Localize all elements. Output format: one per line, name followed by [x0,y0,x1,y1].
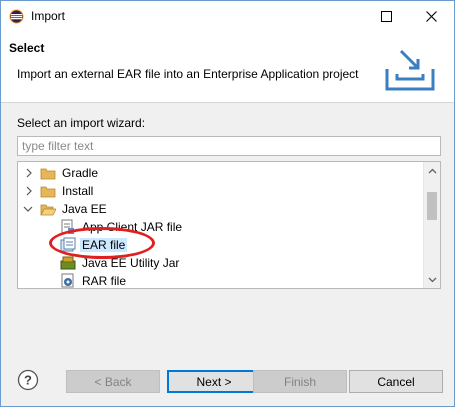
page-description: Import an external EAR file into an Ente… [17,67,359,81]
maximize-button[interactable] [363,1,409,31]
tree-item-label: App Client JAR file [82,220,183,234]
next-button[interactable]: Next > [167,370,261,393]
folder-icon [40,165,56,181]
wizard-tree[interactable]: Gradle Install Java EE App Client JAR fi… [17,161,441,289]
tree-item-label: Gradle [62,166,99,180]
tree-item-rar-file[interactable]: RAR file [18,272,422,288]
cancel-button[interactable]: Cancel [349,370,443,393]
tree-item-label: Java EE Utility Jar [82,256,180,270]
chevron-down-icon [428,277,437,282]
folder-open-icon [40,201,57,217]
wizard-header: Select Import an external EAR file into … [1,31,454,103]
tree-item-ear-file[interactable]: EAR file [18,236,422,254]
rar-file-icon [60,273,76,288]
svg-text:?: ? [24,373,32,388]
tree-item-label: EAR file [80,238,128,252]
scrollbar-thumb[interactable] [427,192,437,220]
page-title: Select [9,41,45,55]
tree-item-java-ee[interactable]: Java EE [18,200,422,218]
window-title: Import [31,9,66,23]
close-button[interactable] [408,1,454,31]
app-client-jar-icon [60,219,76,235]
chevron-up-icon [428,168,437,173]
eclipse-app-icon [9,9,24,24]
scroll-up-button[interactable] [424,162,440,179]
tree-item-label: Java EE [62,202,107,216]
tree-item-label: RAR file [82,274,127,288]
folder-icon [40,183,56,199]
chevron-right-icon[interactable] [24,185,34,197]
tree-item-install[interactable]: Install [18,182,422,200]
chevron-down-icon[interactable] [23,203,33,215]
title-bar: Import [1,1,454,31]
chevron-right-icon[interactable] [24,167,34,179]
scroll-down-button[interactable] [424,271,440,288]
ear-file-icon [60,237,76,253]
filter-input[interactable] [17,136,441,156]
import-dialog: Import Select Import an external EAR fil… [0,0,455,407]
tree-item-java-ee-utility-jar[interactable]: Java EE Utility Jar [18,254,422,272]
close-icon [425,10,437,22]
jar-icon [60,255,76,271]
tree-item-app-client-jar[interactable]: App Client JAR file [18,218,422,236]
import-wizard-banner-icon [383,47,437,93]
tree-item-label: Install [62,184,94,198]
wizard-list-label: Select an import wizard: [17,116,146,130]
help-button[interactable]: ? [17,369,39,391]
help-icon: ? [17,369,39,391]
finish-button[interactable]: Finish [253,370,347,393]
tree-scrollbar[interactable] [423,162,440,288]
tree-item-gradle[interactable]: Gradle [18,164,422,182]
back-button[interactable]: < Back [66,370,160,393]
